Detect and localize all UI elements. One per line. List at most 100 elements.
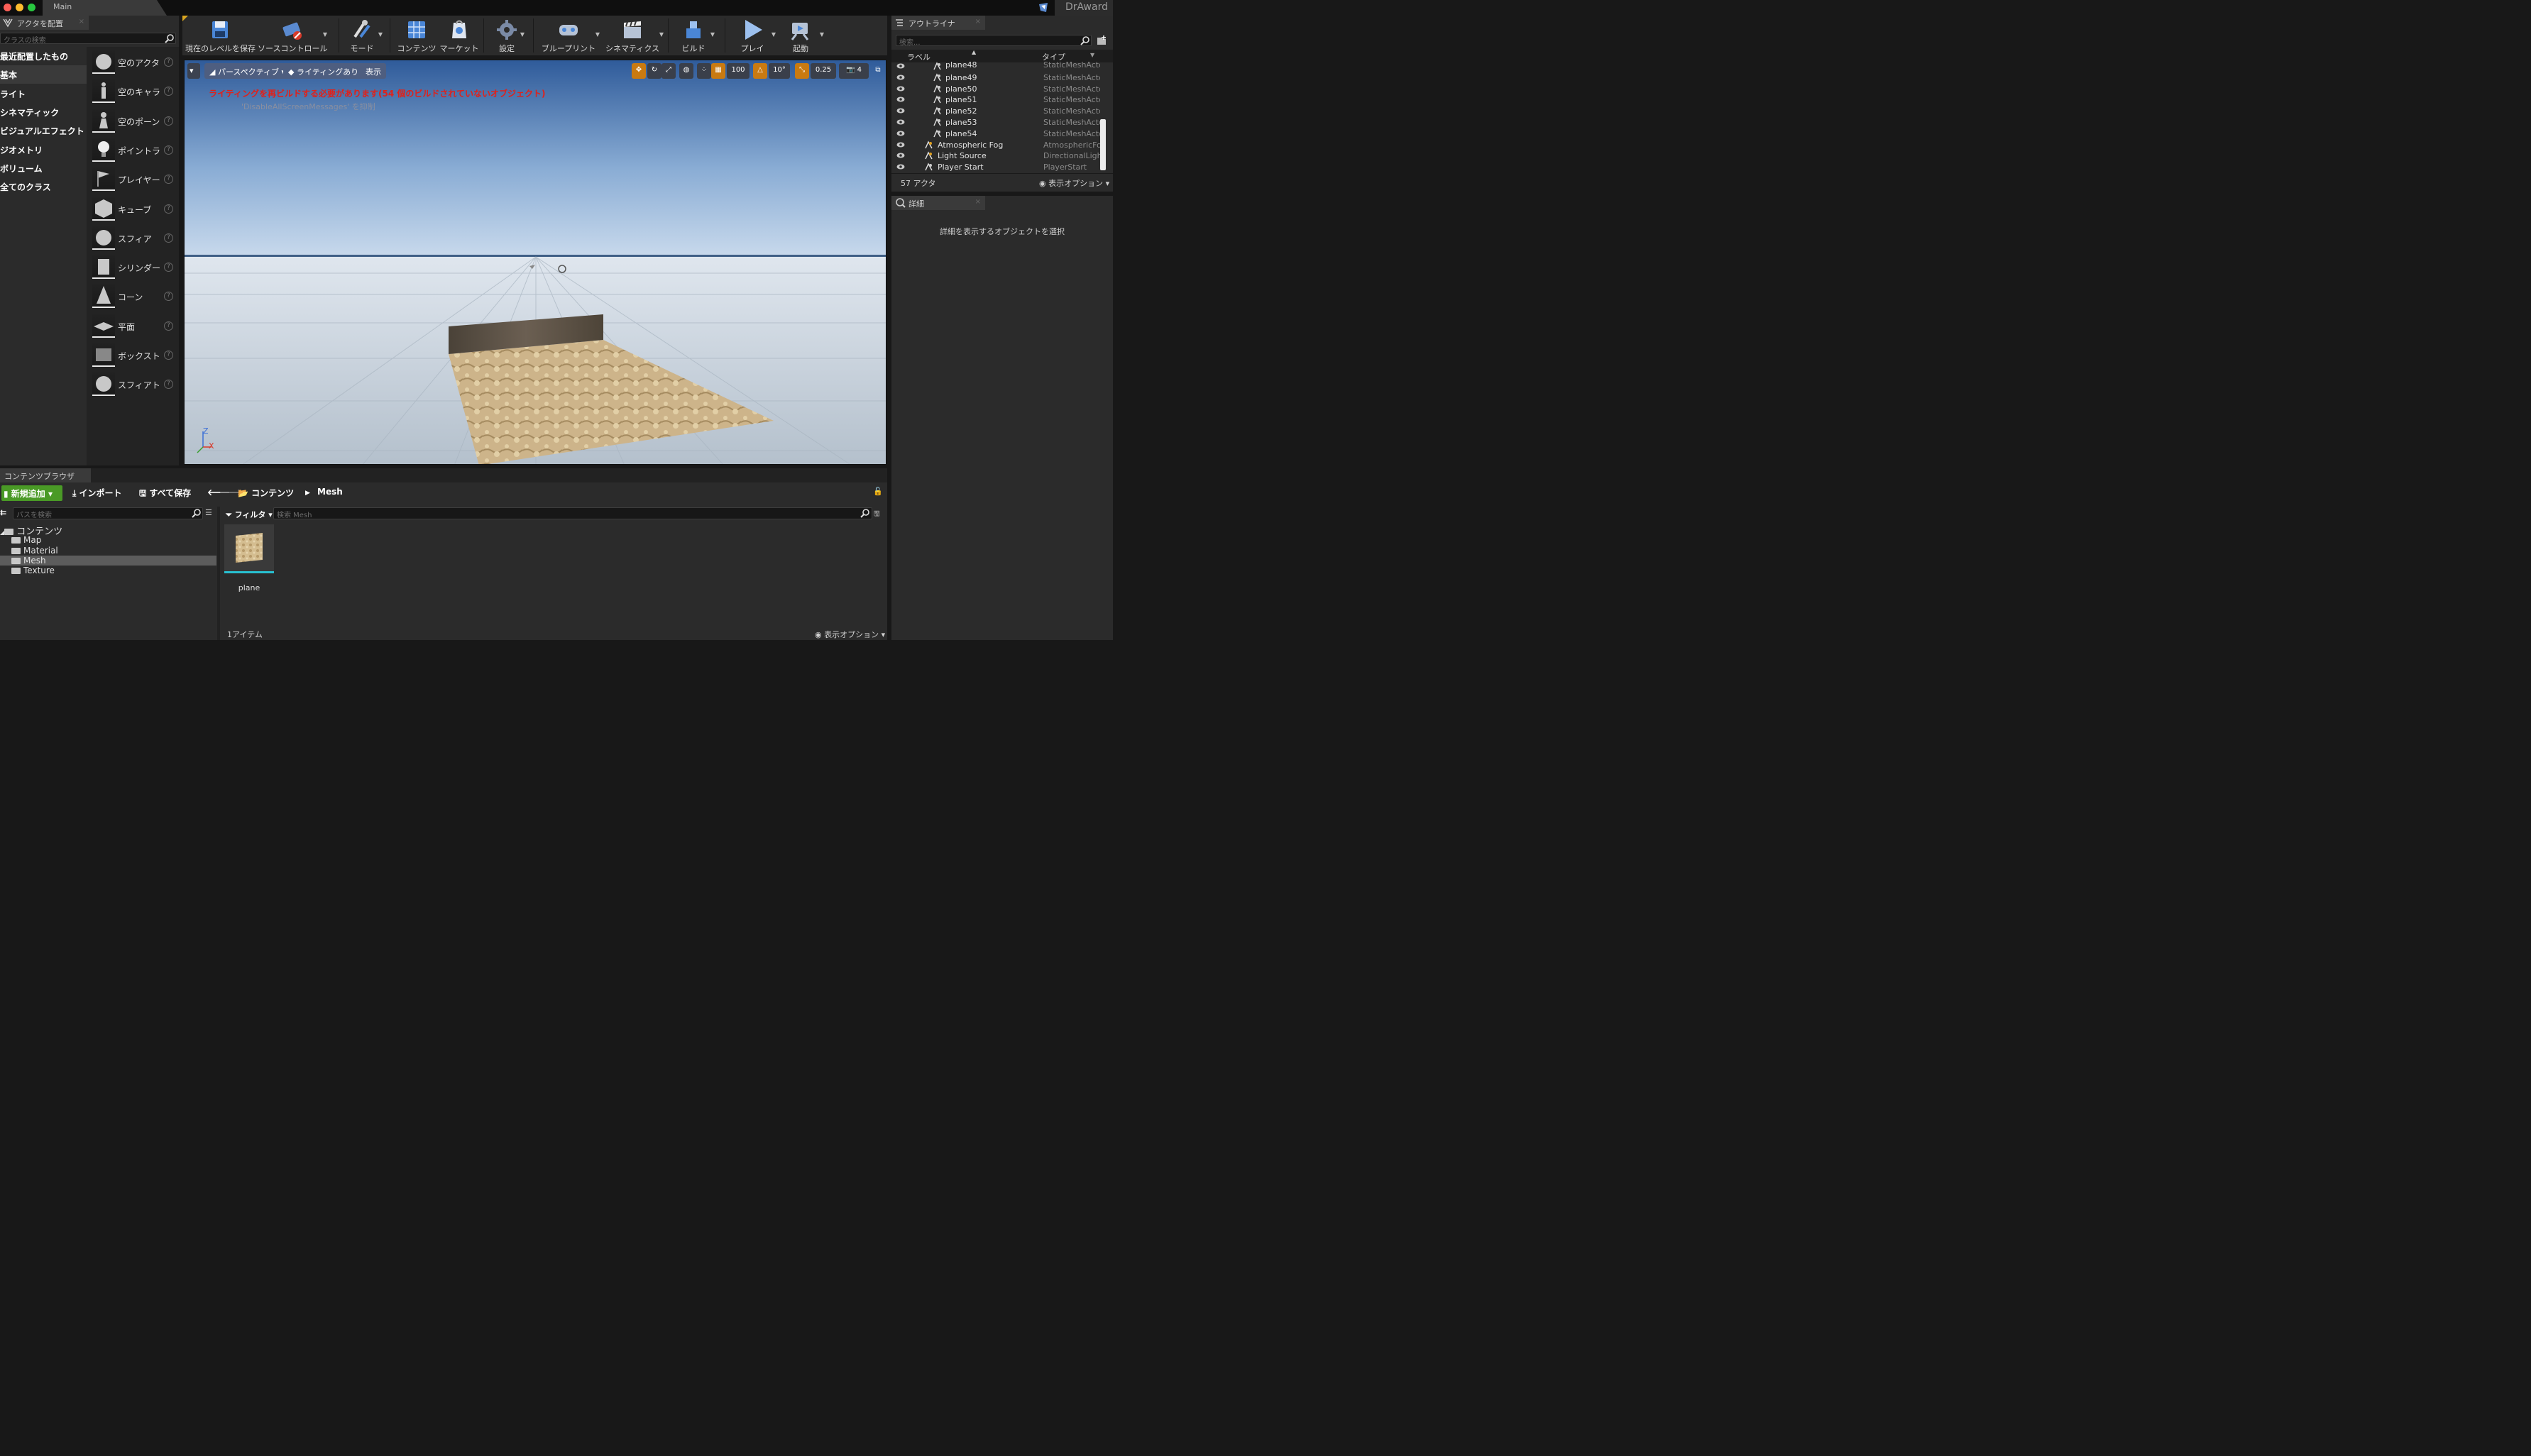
visibility-eye-icon[interactable] [896,63,905,69]
blueprints-button[interactable]: ブループリント ▼ [537,16,600,55]
visibility-eye-icon[interactable] [896,164,905,170]
outliner-tab[interactable]: アウトライナ × [891,16,985,30]
chevron-down-icon[interactable]: ▼ [378,31,383,38]
grid-snap-toggle[interactable]: ▦ [711,63,725,79]
outliner-search-input[interactable]: 検索... [896,35,1092,47]
perspective-button[interactable]: ◢ パースペクティブ ▾ [204,63,291,79]
folder-tree-item[interactable]: ◢ コンテンツ [0,524,216,537]
category-item[interactable]: シネマティック [0,103,87,121]
camera-speed-button[interactable]: 📷 4 [839,63,869,79]
launch-button[interactable]: 起動 ▼ [777,16,824,55]
tree-options-icon[interactable]: ☰ [205,508,212,521]
actor-item[interactable]: プレイヤースタート? [89,165,176,194]
outliner-row[interactable]: plane52 StaticMeshActor [893,106,1106,117]
folder-tree-item[interactable]: Mesh [0,555,216,566]
chevron-down-icon[interactable]: ▼ [595,31,600,38]
visibility-eye-icon[interactable] [896,86,905,92]
help-icon[interactable]: ? [164,351,173,360]
close-window-button[interactable] [4,4,11,11]
help-icon[interactable]: ? [164,263,173,272]
show-menu-button[interactable]: 表示 [361,63,386,79]
path-search-input[interactable]: パスを検索 [13,507,203,519]
visibility-eye-icon[interactable] [896,75,905,80]
rotation-snap-toggle[interactable]: △ [753,63,767,79]
filter-button[interactable]: ⏷ フィルタ ▾ [226,509,273,522]
help-icon[interactable]: ? [164,321,173,331]
grid-snap-value[interactable]: 100 [727,63,750,79]
category-item[interactable]: ボリューム [0,159,87,177]
add-new-button[interactable]: ▮ 新規追加 ▾ [1,485,62,501]
world-space-toggle[interactable]: ◍ [679,63,693,79]
actor-item[interactable]: 空のポーン? [89,107,176,136]
class-search-input[interactable]: クラスの検索 [0,33,176,45]
help-icon[interactable]: ? [164,57,173,67]
visibility-eye-icon[interactable] [896,131,905,136]
maximize-window-button[interactable] [28,4,35,11]
close-tab-icon[interactable]: × [79,18,84,26]
help-icon[interactable]: ? [164,87,173,96]
outliner-row[interactable]: plane51 StaticMeshActor [893,94,1106,106]
category-item[interactable]: ジオメトリ [0,140,87,159]
outliner-row[interactable]: plane53 StaticMeshActor [893,117,1106,128]
help-icon[interactable]: ? [164,145,173,155]
category-item[interactable]: ライト [0,84,87,103]
details-tab[interactable]: 詳細 × [891,196,985,210]
import-button[interactable]: ⤓ インポート [72,487,122,500]
outliner-row[interactable]: plane54 StaticMeshActor [893,128,1106,140]
lighting-mode-button[interactable]: ◆ ライティングあり ▾ [283,63,370,79]
asset-tile-plane[interactable] [224,524,274,573]
save-all-button[interactable]: 🖫 すべて保存 [139,487,191,500]
category-item[interactable]: 基本 [0,65,87,84]
outliner-row[interactable]: plane50 StaticMeshActor [893,84,1106,95]
save-search-icon[interactable]: 🖫 [874,509,880,522]
settings-button[interactable]: 設定 ▼ [489,16,525,55]
actor-item[interactable]: 平面? [89,312,176,341]
path-current-crumb[interactable]: Mesh [317,487,343,500]
help-icon[interactable]: ? [164,380,173,390]
outliner-row[interactable]: plane49 StaticMeshActor [893,72,1106,84]
help-icon[interactable]: ? [164,204,173,214]
help-icon[interactable]: ? [164,175,173,184]
viewport-menu-button[interactable]: ▾ [187,63,200,79]
outliner-row[interactable]: Player Start PlayerStart [893,162,1106,173]
content-button[interactable]: コンテンツ [395,16,438,55]
folder-tree-item[interactable]: Map [0,535,216,545]
scale-tool-button[interactable]: ⤢ [661,63,676,79]
scale-snap-toggle[interactable]: ⤡ [795,63,809,79]
actor-item[interactable]: ポイントライト? [89,136,176,165]
actor-item[interactable]: 空のアクタ? [89,48,176,77]
visibility-eye-icon[interactable] [896,108,905,114]
path-root-crumb[interactable]: 📂 コンテンツ [238,487,294,500]
asset-search-input[interactable]: 検索 Mesh [273,507,872,519]
outliner-row[interactable]: Atmospheric Fog AtmosphericFog [893,140,1106,151]
actor-item[interactable]: シリンダー? [89,253,176,282]
marketplace-button[interactable]: マーケット [438,16,481,55]
rotate-tool-button[interactable]: ↻ [647,63,661,79]
actor-item[interactable]: 空のキャラクター? [89,77,176,106]
actor-item[interactable]: スフィア? [89,224,176,253]
chevron-down-icon[interactable]: ▼ [659,31,664,38]
folder-tree-item[interactable]: Texture [0,566,216,575]
rotation-snap-value[interactable]: 10° [769,63,790,79]
help-icon[interactable]: ? [164,292,173,302]
chevron-down-icon[interactable]: ▼ [710,31,715,38]
level-viewport[interactable]: ▾ ◢ パースペクティブ ▾ ◆ ライティングあり ▾ 表示 ✥ ↻ ⤢ ◍ ⁘… [184,60,886,465]
translate-tool-button[interactable]: ✥ [632,63,646,79]
actor-item[interactable]: ボックストリガー? [89,341,176,370]
chevron-down-icon[interactable]: ▼ [1090,52,1094,58]
outliner-row[interactable]: plane48 StaticMeshActor [893,60,1106,72]
close-tab-icon[interactable]: × [975,18,981,26]
maximize-viewport-button[interactable]: ⧉ [872,63,884,79]
chevron-down-icon[interactable]: ▼ [323,31,327,38]
place-actors-tab[interactable]: アクタを配置 × [0,16,89,30]
asset-view-options-button[interactable]: ◉ 表示オプション ▾ [815,629,885,640]
collapse-tree-icon[interactable]: ⇇ [0,508,6,521]
actor-item[interactable]: コーン? [89,282,176,311]
visibility-eye-icon[interactable] [896,153,905,158]
level-tab[interactable]: Main [43,0,167,16]
close-tab-icon[interactable]: × [975,198,981,206]
category-item[interactable]: ビジュアルエフェクト [0,121,87,140]
chevron-down-icon[interactable]: ▼ [820,31,824,38]
help-icon[interactable]: ? [164,116,173,126]
play-button[interactable]: プレイ ▼ [729,16,776,55]
